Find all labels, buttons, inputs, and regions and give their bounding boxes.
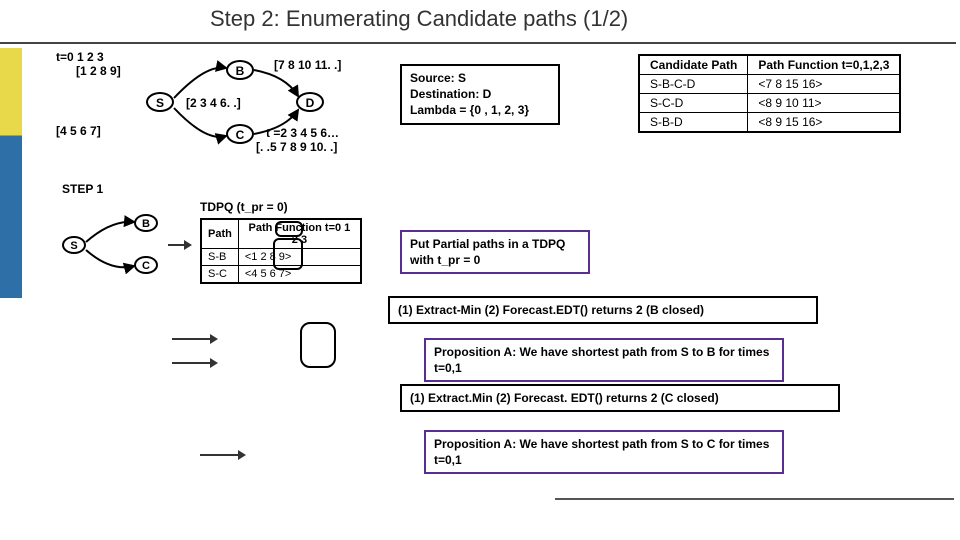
put-partial-box: Put Partial paths in a TDPQ with t_pr = …: [400, 230, 590, 274]
lambda-line: Lambda = {0 , 1, 2, 3}: [410, 102, 550, 118]
cand-r2c2: <8 9 10 11>: [748, 94, 901, 113]
cand-h1: Candidate Path: [639, 55, 748, 75]
cand-r1c2: <7 8 15 16>: [748, 75, 901, 94]
cand-r3c2: <8 9 15 16>: [748, 113, 901, 133]
step1-label: STEP 1: [62, 182, 103, 196]
node-d: D: [296, 92, 324, 112]
source-line: Source: S: [410, 70, 550, 86]
put-partial-text: Put Partial paths in a TDPQ with t_pr = …: [410, 237, 565, 267]
edge-cd-t-label: t =2 3 4 5 6…: [266, 126, 339, 140]
mid-rounded-box: [300, 322, 336, 368]
mid-arrow-1: [172, 338, 216, 340]
dest-line: Destination: D: [410, 86, 550, 102]
proposition-a-b-box: Proposition A: We have shortest path fro…: [424, 338, 784, 382]
tdpq-r1c1: S-B: [201, 249, 238, 266]
node-b: B: [226, 60, 254, 80]
extract-min-c-box: (1) Extract.Min (2) Forecast. EDT() retu…: [400, 384, 840, 412]
proposition-a-c-box: Proposition A: We have shortest path fro…: [424, 430, 784, 474]
edge-sb-values: [1 2 8 9]: [76, 64, 121, 78]
edge-bd-values: [7 8 10 11. .]: [274, 58, 341, 72]
tdpq-title: TDPQ (t_pr = 0): [200, 200, 362, 214]
extract-min-b-box: (1) Extract-Min (2) Forecast.EDT() retur…: [388, 296, 818, 324]
cand-r3c1: S-B-D: [639, 113, 748, 133]
footer-line: [555, 498, 954, 500]
step1-graph: S B C: [56, 200, 186, 300]
mid-arrow-2: [172, 362, 216, 364]
extract-min-b-text: (1) Extract-Min (2) Forecast.EDT() retur…: [398, 303, 704, 317]
highlight-row1-vals: [273, 238, 303, 270]
edge-sb-t-label: t=0 1 2 3: [56, 50, 104, 64]
tdpq-r2c1: S-C: [201, 266, 238, 284]
title-underline: [0, 42, 956, 44]
cand-r2c1: S-C-D: [639, 94, 748, 113]
node-s: S: [146, 92, 174, 112]
node-c: C: [226, 124, 254, 144]
candidate-path-table: Candidate Path Path Function t=0,1,2,3 S…: [638, 54, 901, 133]
proposition-a-b-text: Proposition A: We have shortest path fro…: [434, 345, 769, 375]
bottom-arrow: [200, 454, 244, 456]
edge-sd-values: [2 3 4 6. .]: [186, 96, 241, 110]
source-dest-box: Source: S Destination: D Lambda = {0 , 1…: [400, 64, 560, 125]
extract-min-c-text: (1) Extract.Min (2) Forecast. EDT() retu…: [410, 391, 719, 405]
highlight-t-header: [275, 221, 303, 237]
proposition-a-c-text: Proposition A: We have shortest path fro…: [434, 437, 769, 467]
network-graph: t=0 1 2 3 [1 2 8 9] [4 5 6 7] S B C D [7…: [56, 54, 406, 174]
tdpq-h1: Path: [201, 219, 238, 249]
cand-h2: Path Function t=0,1,2,3: [748, 55, 901, 75]
sidebar-accent: [0, 48, 22, 298]
cand-r1c1: S-B-C-D: [639, 75, 748, 94]
page-title: Step 2: Enumerating Candidate paths (1/2…: [210, 6, 628, 32]
arrow-to-tdpq: [168, 244, 190, 246]
edge-sc-values: [4 5 6 7]: [56, 124, 101, 138]
edge-cd-values: [. .5 7 8 9 10. .]: [256, 140, 337, 154]
